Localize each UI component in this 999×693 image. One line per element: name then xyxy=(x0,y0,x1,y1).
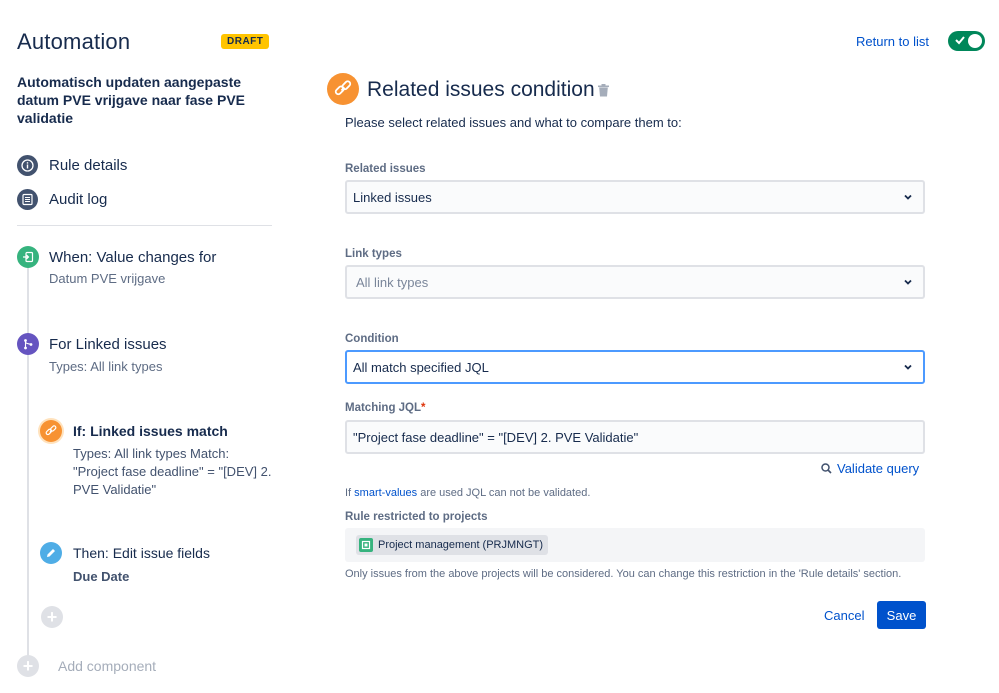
plus-icon: + xyxy=(17,655,39,677)
step-subtitle: Types: All link types xyxy=(49,359,163,374)
chevron-down-icon xyxy=(904,194,912,200)
project-tag: Project management (PRJMNGT) xyxy=(356,535,549,555)
add-inner-component-button[interactable]: + xyxy=(41,606,63,628)
cancel-button[interactable]: Cancel xyxy=(824,608,864,623)
step-title: When: Value changes for xyxy=(49,248,217,266)
chevron-down-icon xyxy=(904,279,912,285)
search-icon xyxy=(821,463,832,474)
save-button[interactable]: Save xyxy=(877,601,926,629)
rule-name: Automatisch updaten aangepaste datum PVE… xyxy=(17,74,245,126)
restricted-projects-box: Project management (PRJMNGT) xyxy=(345,528,925,562)
draft-badge: DRAFT xyxy=(221,34,270,49)
validate-query-link[interactable]: Validate query xyxy=(821,461,919,476)
nav-label: Audit log xyxy=(49,190,108,208)
nav-label: Rule details xyxy=(49,156,128,174)
condition-select[interactable]: All match specified JQL xyxy=(345,350,925,384)
related-issues-label: Related issues xyxy=(345,163,426,175)
add-component-label: Add component xyxy=(58,658,157,674)
note-suffix: are used JQL can not be validated. xyxy=(417,487,591,499)
step-condition[interactable]: If: Linked issues match Types: All link … xyxy=(40,420,275,499)
condition-value: All match specified JQL xyxy=(353,359,489,375)
link-icon xyxy=(40,420,62,442)
step-trigger[interactable]: When: Value changes for Datum PVE vrijga… xyxy=(17,246,216,288)
project-tag-label: Project management (PRJMNGT) xyxy=(378,539,544,551)
matching-jql-input[interactable]: "Project fase deadline" = "[DEV] 2. PVE … xyxy=(345,420,925,454)
sidebar-divider xyxy=(17,225,272,226)
related-issues-select[interactable]: Linked issues xyxy=(345,180,925,214)
check-icon xyxy=(955,36,965,45)
restricted-projects-label: Rule restricted to projects xyxy=(345,511,488,523)
step-subtitle: Types: All link types Match: "Project fa… xyxy=(73,446,272,497)
link-types-select[interactable]: All link types xyxy=(345,265,925,299)
return-to-list-link[interactable]: Return to list xyxy=(856,34,929,49)
step-title: If: Linked issues match xyxy=(73,423,228,439)
step-subtitle: Datum PVE vrijgave xyxy=(49,271,166,286)
trigger-icon xyxy=(17,246,39,268)
matching-jql-value: "Project fase deadline" = "[DEV] 2. PVE … xyxy=(353,429,639,445)
toggle-knob xyxy=(968,34,982,48)
chevron-down-icon xyxy=(904,364,912,370)
link-types-label: Link types xyxy=(345,248,402,260)
step-action[interactable]: Then: Edit issue fields Due Date xyxy=(40,542,210,586)
step-title: Then: Edit issue fields xyxy=(73,545,210,561)
rule-enabled-toggle[interactable] xyxy=(948,31,985,51)
panel-description: Please select related issues and what to… xyxy=(345,115,682,130)
nav-audit-log[interactable]: Audit log xyxy=(17,188,107,210)
validate-query-label: Validate query xyxy=(837,461,920,476)
trash-icon[interactable] xyxy=(598,84,609,102)
matching-jql-label-text: Matching JQL xyxy=(345,402,422,414)
project-icon xyxy=(359,538,373,552)
required-mark: * xyxy=(421,402,426,414)
smart-values-note: If smart-values are used JQL can not be … xyxy=(345,487,590,499)
smart-values-link[interactable]: smart-values xyxy=(354,487,417,499)
step-branch[interactable]: For Linked issues Types: All link types xyxy=(17,333,167,376)
related-issues-value: Linked issues xyxy=(353,189,432,205)
list-icon xyxy=(17,188,38,210)
note-prefix: If xyxy=(345,487,355,499)
panel-title: Related issues condition xyxy=(367,78,595,101)
step-subtitle: Due Date xyxy=(73,569,130,584)
branch-icon xyxy=(17,333,39,355)
matching-jql-label: Matching JQL* xyxy=(345,402,426,414)
link-types-placeholder: All link types xyxy=(356,274,429,290)
timeline-line xyxy=(27,265,29,665)
pencil-icon xyxy=(40,542,62,564)
app-title: Automation xyxy=(17,29,131,54)
condition-link-icon xyxy=(327,73,359,105)
restriction-footnote: Only issues from the above projects will… xyxy=(345,568,902,580)
step-title: For Linked issues xyxy=(49,335,167,353)
add-component-button[interactable]: + Add component xyxy=(17,655,156,677)
info-icon xyxy=(17,154,38,176)
condition-label: Condition xyxy=(345,333,399,345)
nav-rule-details[interactable]: Rule details xyxy=(17,154,127,176)
